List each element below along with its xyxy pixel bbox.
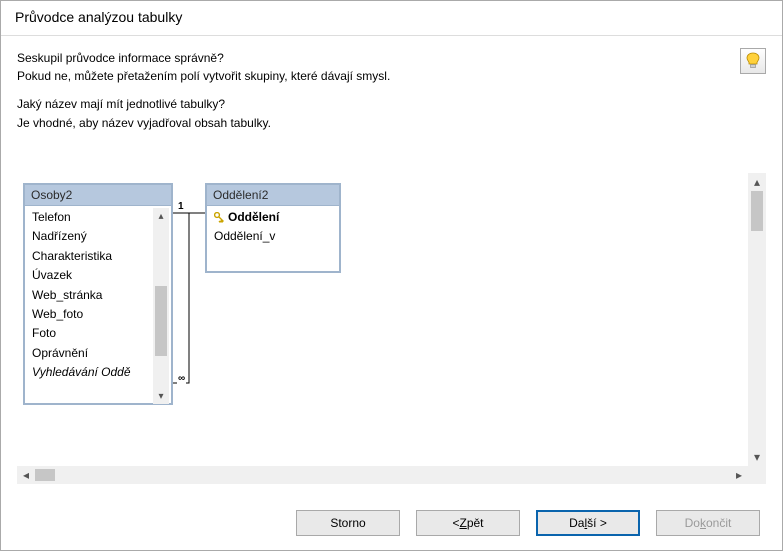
dialog-title: Průvodce analýzou tabulky — [1, 1, 782, 36]
table-header[interactable]: Osoby2 — [25, 185, 171, 206]
hint-button[interactable] — [740, 48, 766, 74]
lightbulb-icon — [746, 52, 760, 70]
scroll-corner — [748, 466, 766, 484]
field-list-scrollbar[interactable]: ▴ ▾ — [153, 208, 169, 404]
field-item[interactable]: Oddělení_v — [207, 227, 339, 246]
key-icon — [214, 212, 224, 224]
canvas-hscrollbar[interactable]: ◂ ▸ — [17, 466, 748, 484]
table-osoby2[interactable]: Osoby2 Telefon Nadřízený Charakteristika… — [23, 183, 173, 405]
field-item[interactable]: Nadřízený — [25, 227, 153, 246]
intro-line2: Pokud ne, můžete přetažením polí vytvoři… — [17, 68, 766, 84]
field-item[interactable]: Web_stránka — [25, 286, 153, 305]
scroll-down-icon[interactable]: ▾ — [748, 448, 766, 466]
table-header[interactable]: Oddělení2 — [207, 185, 339, 206]
field-item[interactable]: Telefon — [25, 208, 153, 227]
field-item[interactable]: Web_foto — [25, 305, 153, 324]
scroll-up-icon[interactable]: ▴ — [153, 208, 169, 224]
scroll-right-icon[interactable]: ▸ — [730, 466, 748, 484]
field-label: Oddělení — [228, 209, 279, 226]
intro-line1: Seskupil průvodce informace správně? — [17, 50, 766, 66]
back-button[interactable]: < Zpět — [416, 510, 520, 536]
dialog-footer: Storno < Zpět Další > Dokončit — [1, 496, 782, 550]
scroll-up-icon[interactable]: ▴ — [748, 173, 766, 191]
scroll-thumb[interactable] — [155, 286, 167, 356]
field-item-key[interactable]: Oddělení — [207, 208, 339, 227]
field-item[interactable]: Foto — [25, 324, 153, 343]
relationship-many-label: ∞ — [177, 373, 186, 384]
field-item[interactable]: Charakteristika — [25, 247, 153, 266]
relationship-line — [173, 203, 207, 393]
intro-line3: Jaký název mají mít jednotlivé tabulky? — [17, 96, 766, 112]
field-item[interactable]: Oprávnění — [25, 344, 153, 363]
field-item[interactable]: Úvazek — [25, 266, 153, 285]
next-button[interactable]: Další > — [536, 510, 640, 536]
scroll-thumb[interactable] — [35, 469, 55, 481]
scroll-left-icon[interactable]: ◂ — [17, 466, 35, 484]
design-canvas[interactable]: Osoby2 Telefon Nadřízený Charakteristika… — [17, 173, 748, 466]
cancel-button[interactable]: Storno — [296, 510, 400, 536]
intro-line4: Je vhodné, aby název vyjadřoval obsah ta… — [17, 115, 766, 131]
scroll-down-icon[interactable]: ▾ — [153, 388, 169, 404]
scroll-thumb[interactable] — [751, 191, 763, 231]
finish-button: Dokončit — [656, 510, 760, 536]
field-item-lookup[interactable]: Vyhledávání Oddě — [25, 363, 153, 382]
canvas-vscrollbar[interactable]: ▴ ▾ — [748, 173, 766, 466]
relationship-one-label: 1 — [177, 201, 185, 212]
table-oddeleni2[interactable]: Oddělení2 Oddělení Oddělení_v — [205, 183, 341, 273]
intro-text: Seskupil průvodce informace správně? Pok… — [17, 50, 766, 131]
